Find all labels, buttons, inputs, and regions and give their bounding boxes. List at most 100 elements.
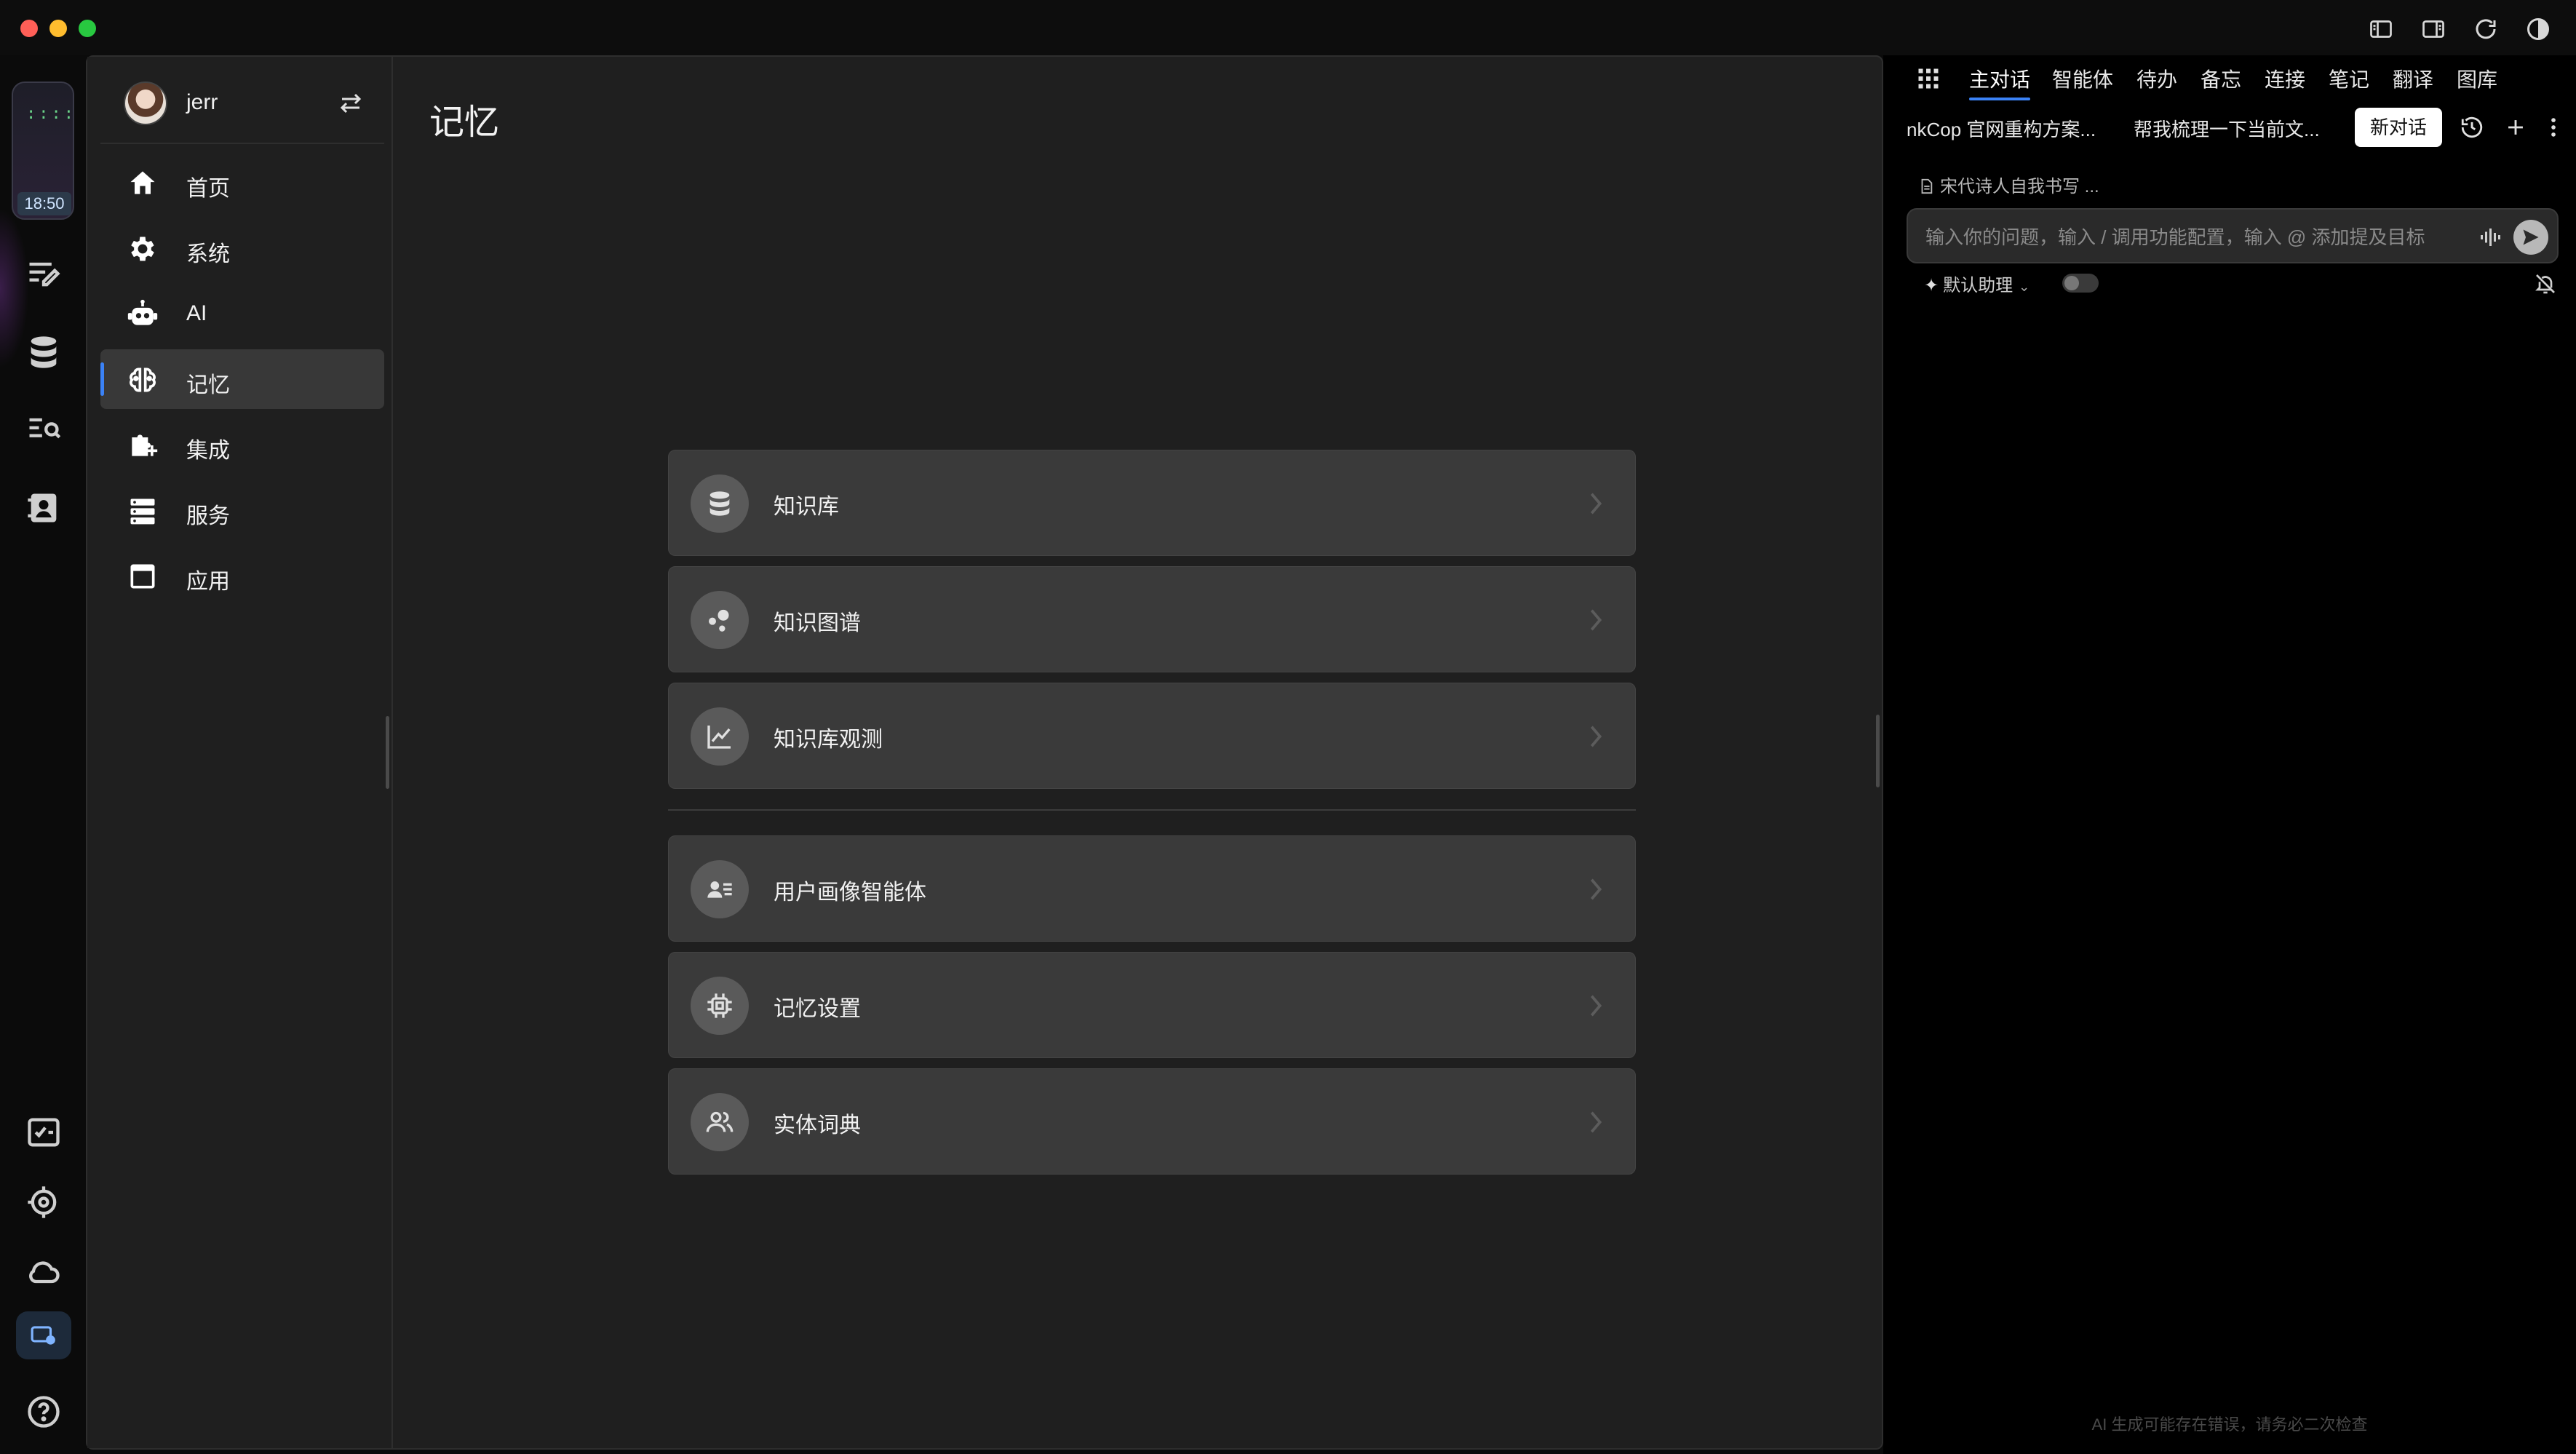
card-entity-dictionary[interactable]: 实体词典: [668, 1068, 1636, 1175]
chevron-right-icon: [1589, 724, 1603, 749]
line-chart-icon: [691, 707, 749, 766]
chevron-right-icon: [1589, 608, 1603, 632]
clock-time: 18:50: [17, 192, 71, 215]
sidebar-item-label: 应用: [186, 570, 230, 594]
chevron-right-icon: [1589, 877, 1603, 902]
card-label: 实体词典: [774, 1113, 861, 1137]
sidebar-item-ai[interactable]: AI: [100, 284, 384, 343]
apps-grid-icon[interactable]: [1915, 65, 1941, 92]
history-icon[interactable]: [2460, 115, 2484, 140]
chevron-right-icon: [1589, 491, 1603, 516]
contacts-icon[interactable]: [25, 489, 63, 527]
user-row[interactable]: jerr: [124, 79, 364, 130]
clock-widget[interactable]: :::: 18:50: [12, 82, 74, 220]
refresh-icon[interactable]: [2471, 16, 2500, 42]
sidebar-item-integration[interactable]: 集成: [100, 415, 384, 474]
help-icon[interactable]: [25, 1393, 63, 1431]
database-icon: [691, 474, 749, 533]
sidebar-item-system[interactable]: 系统: [100, 218, 384, 278]
sidebar-item-memory[interactable]: 记忆: [100, 349, 384, 409]
main-panel: jerr 首页 系统 AI 记忆 集成 服务 应用 记忆 知识库 知识图谱 知识…: [86, 55, 1883, 1450]
plugin-icon[interactable]: [25, 1183, 63, 1221]
bell-off-icon[interactable]: [2534, 272, 2557, 295]
minimize-window-button[interactable]: [49, 20, 67, 37]
new-conversation-button[interactable]: 新对话: [2355, 108, 2442, 147]
sidebar-divider: [100, 143, 384, 144]
voice-waveform-icon[interactable]: [2478, 224, 2505, 250]
people-icon: [691, 1093, 749, 1151]
page-title: 记忆: [429, 103, 500, 142]
theme-contrast-icon[interactable]: [2524, 16, 2553, 42]
chat-input[interactable]: [1925, 223, 2464, 252]
send-button[interactable]: [2513, 220, 2548, 255]
tab-notes[interactable]: 笔记: [2329, 64, 2369, 93]
chat-input-box: [1907, 208, 2559, 263]
card-label: 记忆设置: [774, 997, 861, 1021]
card-user-profile-agent[interactable]: 用户画像智能体: [668, 835, 1636, 942]
tab-connections[interactable]: 连接: [2265, 64, 2305, 93]
avatar[interactable]: [124, 82, 167, 125]
file-reference[interactable]: 宋代诗人自我书写 ...: [1918, 172, 2099, 197]
conversation-item[interactable]: nkCop 官网重构方案...: [1907, 115, 2096, 142]
edit-list-icon[interactable]: [25, 255, 63, 293]
puzzle-icon: [127, 429, 159, 461]
graph-icon: [691, 591, 749, 649]
chat-panel: 主对话 智能体 待办 备忘 连接 笔记 翻译 图库 nkCop 官网重构方案..…: [1876, 55, 2576, 1454]
card-memory-settings[interactable]: 记忆设置: [668, 952, 1636, 1058]
search-list-icon[interactable]: [25, 410, 63, 448]
assistant-label: 默认助理: [1943, 276, 2014, 295]
swap-icon[interactable]: [338, 90, 364, 116]
file-reference-label: 宋代诗人自我书写 ...: [1940, 177, 2099, 196]
chevron-right-icon: [1589, 993, 1603, 1018]
tab-main-conversation[interactable]: 主对话: [1969, 64, 2031, 100]
checklist-icon[interactable]: [25, 1113, 63, 1151]
ai-disclaimer: AI 生成可能存在错误，请务必二次检查: [2091, 1415, 2368, 1434]
sidebar-item-label: AI: [186, 301, 207, 325]
sidebar-left-toggle-icon[interactable]: [2366, 16, 2396, 42]
profile-icon: [691, 860, 749, 918]
plus-icon[interactable]: [2503, 115, 2528, 140]
sidebar-item-label: 系统: [186, 242, 230, 266]
conversation-row: nkCop 官网重构方案... 帮我梳理一下当前文... 新对话: [1883, 108, 2576, 148]
sidebar-item-app[interactable]: 应用: [100, 546, 384, 605]
chip-icon: [691, 977, 749, 1035]
assistant-toggle[interactable]: [2062, 274, 2099, 293]
card-label: 知识库: [774, 495, 839, 519]
settings-sidebar: jerr 首页 系统 AI 记忆 集成 服务 应用: [87, 57, 393, 1448]
tab-agents[interactable]: 智能体: [2052, 64, 2113, 93]
tab-translate[interactable]: 翻译: [2393, 64, 2433, 93]
chat-tabs: 主对话 智能体 待办 备忘 连接 笔记 翻译 图库: [1883, 55, 2576, 100]
chevron-down-icon: ⌄: [2019, 279, 2030, 294]
tab-gallery[interactable]: 图库: [2457, 64, 2497, 93]
content-area: 记忆 知识库 知识图谱 知识库观测 用户画像智能体 记忆设置 实体词典: [393, 57, 1883, 1448]
tab-memo[interactable]: 备忘: [2201, 64, 2241, 93]
card-knowledge-graph[interactable]: 知识图谱: [668, 566, 1636, 672]
tab-todo[interactable]: 待办: [2136, 64, 2177, 93]
app-rail: :::: 18:50: [0, 55, 86, 1454]
sidebar-item-label: 集成: [186, 439, 230, 463]
card-label: 知识库观测: [774, 728, 883, 752]
sidebar-item-service[interactable]: 服务: [100, 480, 384, 540]
card-knowledge-observability[interactable]: 知识库观测: [668, 683, 1636, 789]
close-window-button[interactable]: [20, 20, 38, 37]
database-icon[interactable]: [25, 333, 63, 371]
assistant-selector[interactable]: ✦ 默认助理 ⌄: [1924, 271, 2030, 296]
card-knowledge-base[interactable]: 知识库: [668, 450, 1636, 556]
gear-icon: [127, 233, 159, 265]
chevron-right-icon: [1589, 1110, 1603, 1135]
more-vertical-icon[interactable]: [2541, 115, 2566, 140]
remote-desktop-icon[interactable]: [16, 1311, 71, 1359]
app-window-icon: [127, 560, 159, 592]
window-titlebar: [0, 0, 2576, 55]
maximize-window-button[interactable]: [79, 20, 96, 37]
conversation-item[interactable]: 帮我梳理一下当前文...: [2134, 115, 2320, 142]
sidebar-item-home[interactable]: 首页: [100, 153, 384, 212]
sidebar-item-label: 服务: [186, 504, 230, 528]
card-label: 知识图谱: [774, 611, 861, 635]
assistant-row: ✦ 默认助理 ⌄: [1924, 271, 2557, 300]
brain-icon: [127, 364, 159, 396]
cloud-icon[interactable]: [25, 1253, 63, 1291]
chat-resize-handle[interactable]: [1876, 715, 1880, 787]
sidebar-resize-handle[interactable]: [386, 716, 389, 789]
sidebar-right-toggle-icon[interactable]: [2419, 16, 2448, 42]
